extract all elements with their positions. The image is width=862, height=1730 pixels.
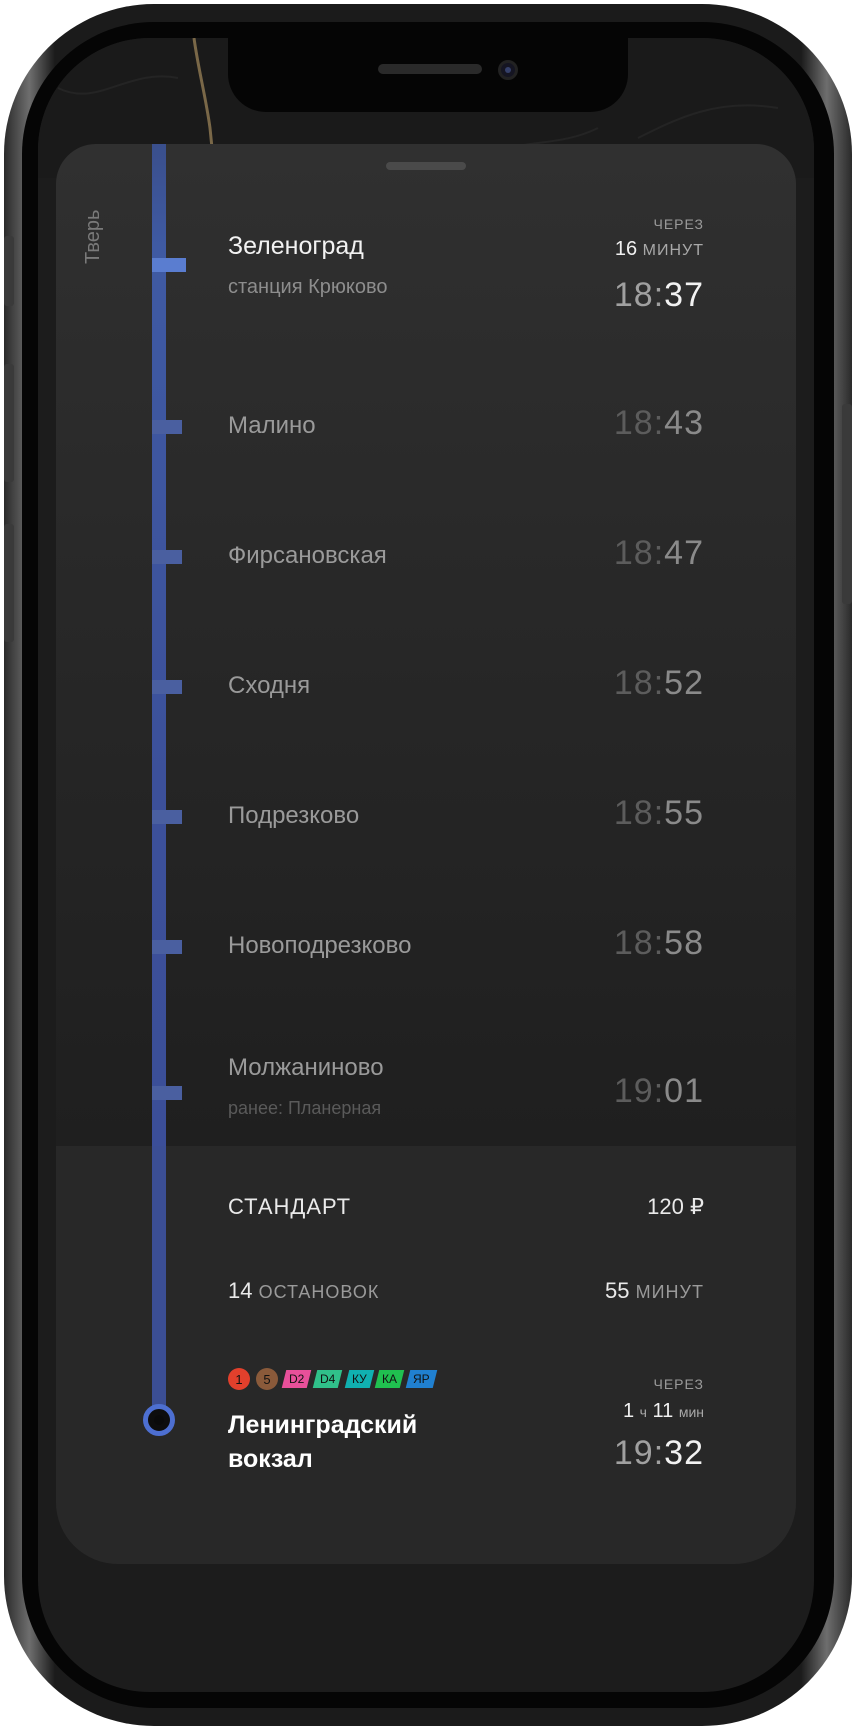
badge-label: КА: [382, 1372, 398, 1386]
eta-label: ЧЕРЕЗ: [653, 216, 704, 232]
metro-line-badge: 5: [256, 1368, 278, 1390]
silent-switch: [4, 236, 14, 306]
badge-label: D2: [289, 1372, 305, 1386]
eta-minutes-unit: мин: [678, 1404, 704, 1420]
stops-count: 14 остановок: [228, 1278, 379, 1304]
stop-marker: [152, 810, 182, 824]
time-minutes: 55: [664, 794, 704, 832]
price: 120 ₽: [647, 1194, 704, 1219]
time-hours: 18: [613, 534, 654, 572]
time-hours: 18: [613, 924, 654, 962]
stop-name: Подрезково: [228, 802, 360, 829]
current-stop-marker: [152, 258, 186, 272]
train-line-badge: КУ: [344, 1370, 374, 1388]
trip-duration: 55 минут: [605, 1278, 704, 1304]
eta-hours-unit: ч: [639, 1404, 647, 1420]
destination-marker-icon: [143, 1404, 175, 1436]
time-hours: 19: [613, 1072, 654, 1110]
stop-time: 18:55: [613, 794, 704, 832]
duration-number: 55: [605, 1278, 630, 1303]
time-minutes: 32: [664, 1434, 704, 1472]
destination-name[interactable]: Ленинградский вокзал: [228, 1408, 488, 1476]
time-minutes: 37: [664, 276, 704, 314]
volume-up-button: [4, 364, 14, 482]
transfer-badges: 1 5 D2 D4 КУ КА ЯР: [228, 1368, 438, 1390]
destination-eta: 1 ч 11 мин: [623, 1400, 704, 1423]
volume-down-button: [4, 524, 14, 642]
stop-name: Малино: [228, 412, 316, 439]
stop-time: 19:01: [613, 1072, 704, 1110]
duration-unit: минут: [635, 1282, 704, 1302]
time-hours: 18: [613, 276, 654, 314]
stop-time: 18:47: [613, 534, 704, 572]
stop-time: 18:37: [613, 276, 704, 314]
stops-list[interactable]: Зеленоград станция Крюково ЧЕРЕЗ 16 мину…: [56, 144, 796, 1146]
time-hours: 18: [613, 404, 654, 442]
time-hours: 18: [613, 664, 654, 702]
time-hours: 18: [613, 794, 654, 832]
eta-minutes: 11: [652, 1400, 674, 1422]
stops-count-number: 14: [228, 1278, 253, 1303]
badge-label: 5: [263, 1371, 271, 1387]
eta-hours: 1: [622, 1400, 635, 1422]
stop-name: Фирсановская: [228, 542, 387, 569]
time-minutes: 47: [664, 534, 704, 572]
tariff-label[interactable]: СТАНДАРТ: [228, 1194, 351, 1220]
route-line: [152, 144, 166, 1146]
stop-marker: [152, 680, 182, 694]
time-minutes: 43: [664, 404, 704, 442]
badge-label: D4: [320, 1372, 336, 1386]
screen: Тверь Зеленоград станция Крюково ЧЕРЕЗ 1…: [38, 38, 814, 1692]
eta-value: 16 минут: [615, 238, 704, 261]
destination-time: 19:32: [613, 1434, 704, 1472]
badge-label: ЯР: [413, 1372, 431, 1386]
speaker-grille: [378, 64, 482, 74]
eta-unit: минут: [642, 242, 704, 259]
stop-marker: [152, 550, 182, 564]
stop-name: Зеленоград: [228, 232, 364, 260]
notch: [228, 38, 628, 112]
stop-name: Сходня: [228, 672, 311, 699]
time-minutes: 58: [664, 924, 704, 962]
stop-name: Молжаниново: [228, 1054, 384, 1081]
eta-number: 16: [614, 238, 638, 260]
stop-marker: [152, 1086, 182, 1100]
metro-line-badge: 1: [228, 1368, 250, 1390]
stop-subtitle: станция Крюково: [228, 276, 388, 298]
train-line-badge: КА: [375, 1370, 405, 1388]
destination-eta-label: ЧЕРЕЗ: [653, 1376, 704, 1392]
badge-label: КУ: [351, 1372, 367, 1386]
time-minutes: 01: [664, 1072, 704, 1110]
time-minutes: 52: [664, 664, 704, 702]
stop-name: Новоподрезково: [228, 932, 412, 959]
power-button: [842, 404, 852, 604]
stop-marker: [152, 940, 182, 954]
stops-count-unit: остановок: [258, 1282, 380, 1302]
stop-subtitle: ранее: Планерная: [228, 1098, 382, 1118]
train-line-badge: ЯР: [406, 1370, 438, 1388]
train-line-badge: D2: [281, 1370, 312, 1388]
route-line: [152, 1146, 166, 1416]
time-hours: 19: [613, 1434, 654, 1472]
train-line-badge: D4: [313, 1370, 343, 1388]
route-sheet[interactable]: Тверь Зеленоград станция Крюково ЧЕРЕЗ 1…: [56, 144, 796, 1564]
stop-time: 18:43: [613, 404, 704, 442]
stop-marker: [152, 420, 182, 434]
route-summary-panel: СТАНДАРТ 120 ₽ 14 остановок 55 минут 1 5…: [56, 1146, 796, 1564]
badge-label: 1: [235, 1371, 243, 1387]
front-camera-icon: [498, 60, 518, 80]
stop-time: 18:52: [613, 664, 704, 702]
stop-time: 18:58: [613, 924, 704, 962]
